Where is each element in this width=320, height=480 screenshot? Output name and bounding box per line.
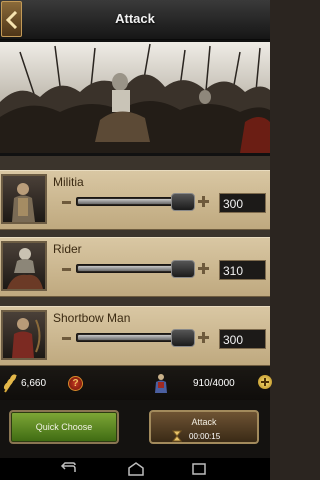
battle-banner xyxy=(0,40,270,156)
recent-apps-icon[interactable] xyxy=(190,462,208,476)
resource-bar: 6,660 ? 910/4000 xyxy=(0,366,272,400)
rider-portrait xyxy=(1,241,47,291)
battle-scene-illustration xyxy=(0,42,270,153)
archer-icon xyxy=(12,318,41,358)
action-bar: Quick Choose Attack 00:00:15 xyxy=(0,400,270,458)
attack-label: Attack xyxy=(191,417,217,427)
plus-icon[interactable] xyxy=(258,375,272,389)
food-amount: 6,660 xyxy=(21,378,47,389)
wheat-icon xyxy=(3,374,17,393)
slider-fill xyxy=(78,266,174,271)
home-nav-icon[interactable] xyxy=(127,462,145,476)
militia-portrait xyxy=(1,174,47,224)
quantity-slider[interactable] xyxy=(76,329,195,347)
increase-button[interactable] xyxy=(198,262,210,274)
decrease-button[interactable] xyxy=(62,337,71,340)
troop-list: Militia 300 Rider 310 Shortbow Man 300 xyxy=(0,156,270,366)
header-bar: Attack xyxy=(0,0,270,40)
shortbow-man-portrait xyxy=(1,310,47,360)
quantity-input[interactable]: 300 xyxy=(219,193,266,213)
hourglass-icon xyxy=(171,430,183,442)
increase-button[interactable] xyxy=(198,195,210,207)
decrease-button[interactable] xyxy=(62,201,71,204)
question-icon[interactable]: ? xyxy=(68,376,83,391)
troop-name: Militia xyxy=(53,175,84,189)
militia-icon xyxy=(12,183,35,222)
troop-row-militia: Militia 300 xyxy=(0,170,270,230)
quantity-slider[interactable] xyxy=(76,193,195,211)
back-nav-icon[interactable] xyxy=(60,462,78,476)
page-title: Attack xyxy=(115,11,155,26)
troop-row-rider: Rider 310 xyxy=(0,237,270,297)
troop-name: Shortbow Man xyxy=(53,311,131,325)
quantity-slider[interactable] xyxy=(76,260,195,278)
troop-row-shortbow-man: Shortbow Man 300 xyxy=(0,306,270,366)
slider-fill xyxy=(78,199,174,204)
troop-capacity: 910/4000 xyxy=(193,378,235,389)
system-nav-bar xyxy=(0,458,270,480)
slider-handle[interactable] xyxy=(171,260,195,278)
slider-handle[interactable] xyxy=(171,329,195,347)
quantity-input[interactable]: 310 xyxy=(219,260,266,280)
attack-button[interactable]: Attack 00:00:15 xyxy=(149,410,259,444)
slider-handle[interactable] xyxy=(171,193,195,211)
slider-fill xyxy=(78,335,174,340)
soldier-icon xyxy=(155,374,167,393)
quick-choose-label: Quick Choose xyxy=(35,422,93,432)
increase-button[interactable] xyxy=(198,331,210,343)
quantity-input[interactable]: 300 xyxy=(219,329,266,349)
rider-icon xyxy=(7,248,43,289)
attack-timer: 00:00:15 xyxy=(189,432,221,441)
quick-choose-button[interactable]: Quick Choose xyxy=(9,410,119,444)
decrease-button[interactable] xyxy=(62,268,71,271)
troop-name: Rider xyxy=(53,242,82,256)
